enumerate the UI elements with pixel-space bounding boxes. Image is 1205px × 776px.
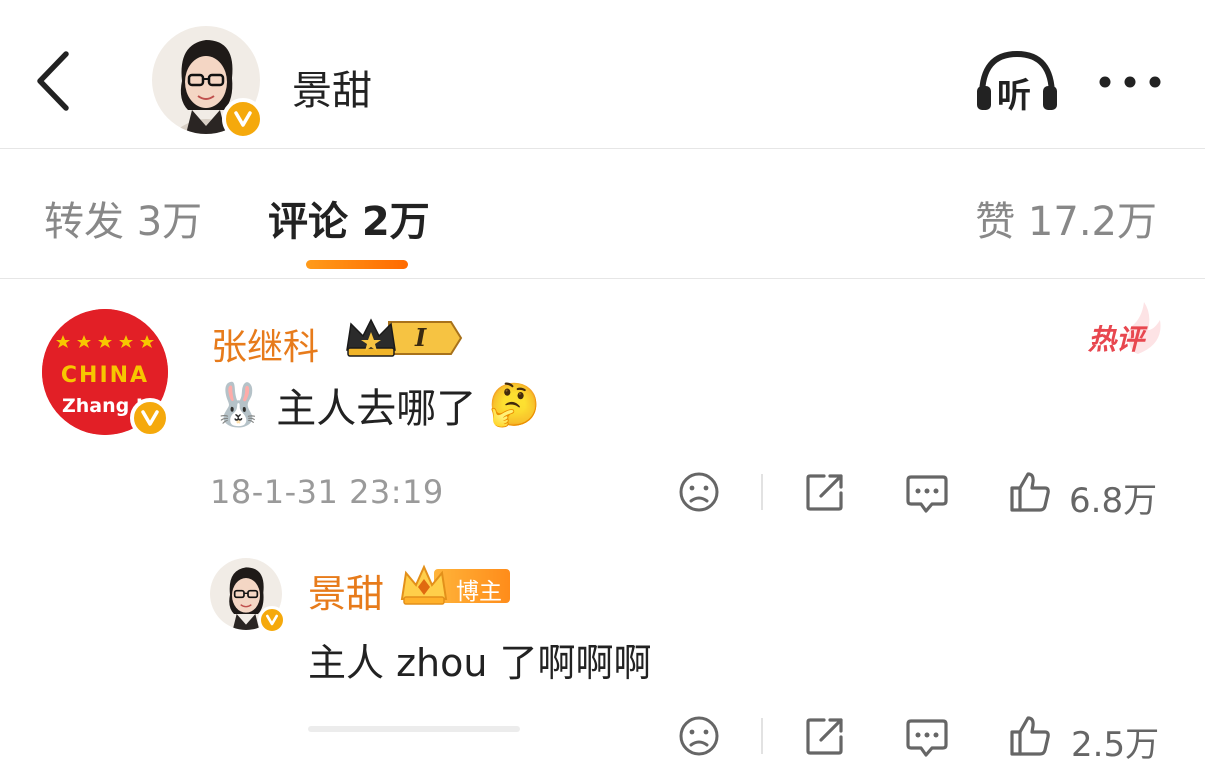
- tab-comment[interactable]: 评论 2万: [268, 189, 430, 247]
- crown-icon: [346, 318, 463, 357]
- thumbs-up-icon: [1010, 472, 1050, 512]
- level-text: I: [415, 323, 427, 352]
- crown-icon: [400, 564, 448, 605]
- verified-badge-icon: [222, 98, 264, 140]
- stats-tabs: 转发 3万 评论 2万 赞 17.2万: [0, 149, 1205, 279]
- listen-label: 听: [997, 76, 1031, 116]
- share-button[interactable]: [804, 471, 846, 517]
- comment-timestamp: 18-1-31 23:19: [210, 473, 444, 511]
- like-button[interactable]: [1008, 714, 1052, 762]
- sad-face-icon: [679, 716, 719, 756]
- tab-like[interactable]: 赞 17.2万: [975, 189, 1157, 247]
- share-icon: [806, 718, 843, 755]
- reply-button[interactable]: [905, 471, 949, 519]
- like-count: 2.5万: [1071, 725, 1160, 765]
- avatar-text-top: CHINA: [60, 363, 150, 388]
- hot-comment-badge: 热评: [1086, 300, 1166, 356]
- verified-badge-icon: [258, 606, 286, 634]
- dislike-button[interactable]: [678, 471, 720, 517]
- thumbs-up-icon: [1010, 716, 1050, 756]
- page-title: 景甜: [292, 68, 372, 114]
- verified-badge-icon: [130, 398, 170, 438]
- share-icon: [806, 474, 843, 511]
- rabbit-emoji: 🐰: [212, 380, 265, 429]
- comment-body: 主人去哪了: [276, 386, 477, 432]
- action-divider: [761, 474, 763, 510]
- like-button[interactable]: [1008, 470, 1052, 518]
- like-count: 6.8万: [1069, 481, 1158, 521]
- more-options-button[interactable]: [1095, 72, 1165, 92]
- listen-button[interactable]: 听: [974, 48, 1060, 116]
- commenter-name[interactable]: 张继科: [211, 318, 319, 370]
- comment-bubble-icon: [906, 719, 948, 757]
- comment-bubble-icon: [906, 475, 948, 513]
- thinking-emoji: 🤔: [488, 380, 541, 429]
- action-divider: [761, 718, 763, 754]
- back-button[interactable]: [30, 46, 80, 116]
- dislike-button[interactable]: [678, 715, 720, 761]
- share-button[interactable]: [804, 715, 846, 761]
- tab-repost[interactable]: 转发 3万: [44, 189, 202, 247]
- comment-text: 🐰 主人去哪了 🤔: [212, 376, 541, 434]
- more-dots-icon: [1099, 76, 1161, 88]
- chevron-left-icon: [37, 51, 69, 111]
- blogger-label: 博主: [456, 579, 502, 605]
- top-bar: 景甜 听: [0, 0, 1205, 149]
- sad-face-icon: [679, 472, 719, 512]
- reply-text: 主人 zhou 了啊啊啊: [308, 641, 652, 685]
- reply-timestamp: [308, 726, 520, 732]
- active-tab-indicator: [306, 260, 408, 269]
- membership-level-badge: I: [345, 316, 465, 360]
- reply-author-name[interactable]: 景甜: [308, 563, 384, 618]
- reply-button[interactable]: [905, 715, 949, 763]
- blogger-badge: 博主: [398, 563, 512, 607]
- hot-label: 热评: [1088, 323, 1145, 356]
